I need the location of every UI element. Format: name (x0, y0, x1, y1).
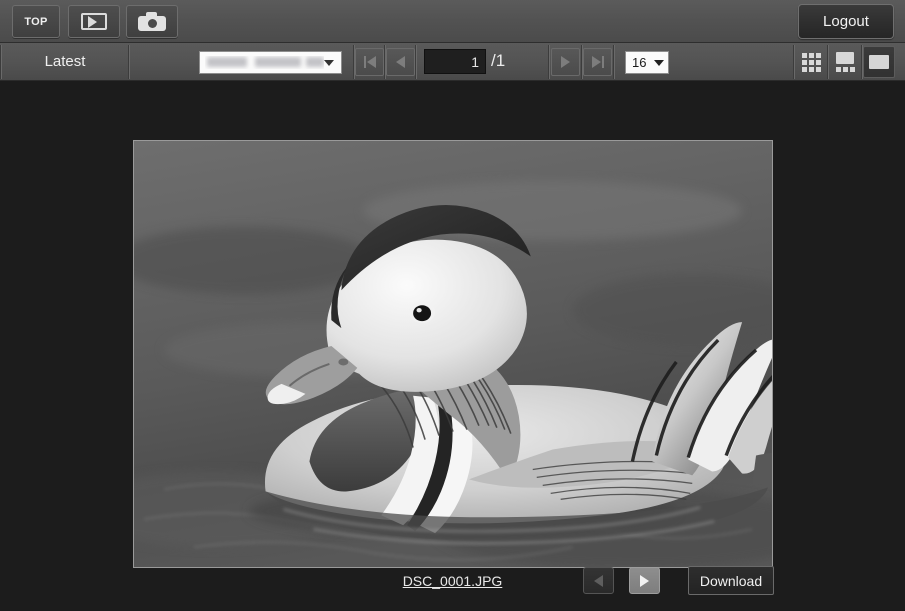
chevron-down-icon (654, 59, 664, 66)
download-button-label: Download (699, 572, 763, 589)
divider (548, 45, 550, 79)
page-number-input[interactable] (424, 49, 486, 74)
filmstrip-view-icon (834, 52, 856, 72)
items-per-page-select[interactable]: 16 (625, 51, 669, 74)
skip-to-first-icon (363, 56, 366, 68)
photo-mode-button[interactable] (126, 5, 178, 38)
divider (613, 45, 615, 79)
movie-icon (81, 13, 107, 30)
next-page-button[interactable] (551, 48, 580, 76)
view-mode-filmstrip-button[interactable] (829, 46, 861, 78)
divider (128, 45, 130, 79)
camera-icon (138, 12, 166, 31)
view-mode-single-button[interactable] (863, 46, 895, 78)
items-per-page-value: 16 (632, 55, 647, 70)
viewer-content: DSC_0001.JPG Download (0, 81, 905, 611)
page-total-label: /1 (491, 51, 506, 70)
folder-select[interactable] (199, 51, 342, 74)
first-page-button[interactable] (355, 48, 384, 76)
movie-mode-button[interactable] (68, 5, 120, 38)
divider (415, 45, 417, 79)
skip-to-last-icon (601, 56, 604, 68)
photo-viewer-image[interactable] (133, 140, 773, 568)
prev-page-button[interactable] (386, 48, 415, 76)
tab-latest-label: Latest (44, 53, 86, 70)
grid-view-icon (801, 52, 821, 72)
top-toolbar: TOP Logout (0, 0, 905, 43)
last-page-button[interactable] (583, 48, 612, 76)
download-button[interactable]: Download (688, 566, 774, 595)
next-arrow-icon (561, 56, 570, 68)
previous-image-button[interactable] (583, 567, 614, 594)
view-mode-grid-button[interactable] (795, 46, 827, 78)
camera-web-viewer-app: TOP Logout Latest 1 /1 16 DSC_0001.JPG D… (0, 0, 905, 611)
top-button[interactable]: TOP (12, 5, 60, 38)
divider (0, 45, 2, 79)
single-view-icon (869, 55, 889, 69)
next-image-button[interactable] (629, 567, 660, 594)
logout-button[interactable]: Logout (798, 4, 894, 39)
prev-arrow-icon (594, 574, 603, 587)
folder-select-value-redacted (205, 56, 324, 69)
next-arrow-icon (640, 574, 649, 587)
logout-button-label: Logout (823, 13, 869, 30)
prev-arrow-icon (396, 56, 405, 68)
tab-latest[interactable]: Latest (4, 43, 126, 80)
chevron-down-icon (324, 59, 334, 66)
top-button-label: TOP (24, 15, 48, 28)
